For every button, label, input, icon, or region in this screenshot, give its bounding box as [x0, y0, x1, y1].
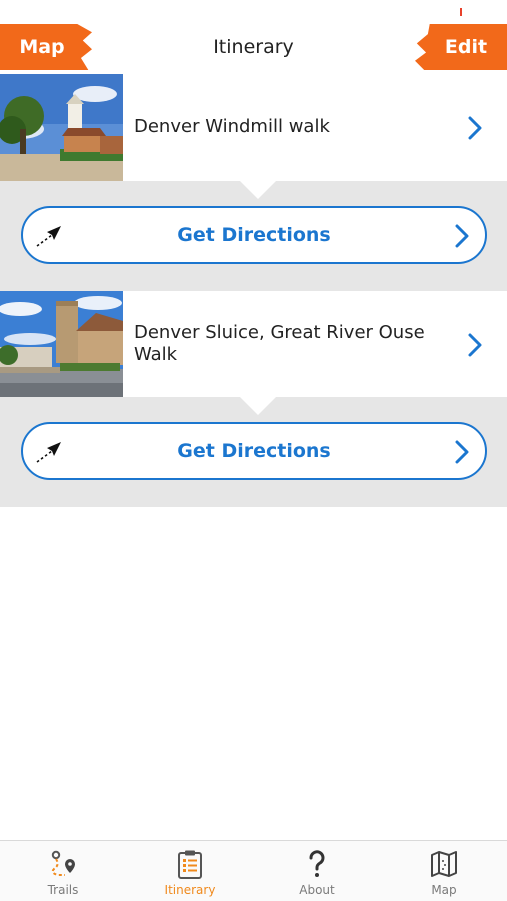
tab-label: Trails — [47, 883, 79, 897]
chevron-right-icon — [455, 440, 469, 464]
folded-map-icon — [431, 851, 457, 877]
chevron-right-icon — [455, 224, 469, 248]
get-directions-label: Get Directions — [177, 224, 331, 246]
trail-row-sluice[interactable]: Denver Sluice, Great River Ouse Walk — [0, 291, 507, 398]
tab-bar: Trails Itinerary About Map — [0, 840, 507, 901]
get-directions-label: Get Directions — [177, 440, 331, 462]
tab-map[interactable]: Map — [381, 841, 507, 901]
tab-about[interactable]: About — [254, 841, 380, 901]
chevron-right-icon — [468, 333, 482, 357]
tab-label: Itinerary — [164, 883, 216, 897]
question-mark-icon — [309, 850, 325, 877]
tab-itinerary[interactable]: Itinerary — [127, 841, 253, 901]
status-indicator — [460, 8, 462, 16]
get-directions-button[interactable]: Get Directions — [21, 422, 487, 480]
chevron-right-icon — [468, 116, 482, 140]
trails-route-icon — [51, 850, 75, 876]
edit-button-label: Edit — [444, 36, 488, 58]
directions-panel: Get Directions — [0, 397, 507, 507]
pointer-notch — [240, 397, 276, 415]
edit-button[interactable]: Edit — [415, 24, 507, 70]
get-directions-button[interactable]: Get Directions — [21, 206, 487, 264]
pointer-notch — [240, 181, 276, 199]
windmill-thumbnail — [0, 74, 123, 181]
church-thumbnail — [0, 291, 123, 398]
tab-label: About — [299, 883, 335, 897]
trail-row-windmill[interactable]: Denver Windmill walk — [0, 74, 507, 181]
trail-name: Denver Sluice, Great River Ouse Walk — [134, 322, 425, 365]
clipboard-list-icon — [178, 850, 202, 879]
tab-label: Map — [431, 883, 457, 897]
tab-trails[interactable]: Trails — [0, 841, 126, 901]
trail-name: Denver Windmill walk — [134, 116, 330, 137]
directions-panel: Get Directions — [0, 181, 507, 291]
nav-header: Map Itinerary Edit — [0, 22, 507, 75]
